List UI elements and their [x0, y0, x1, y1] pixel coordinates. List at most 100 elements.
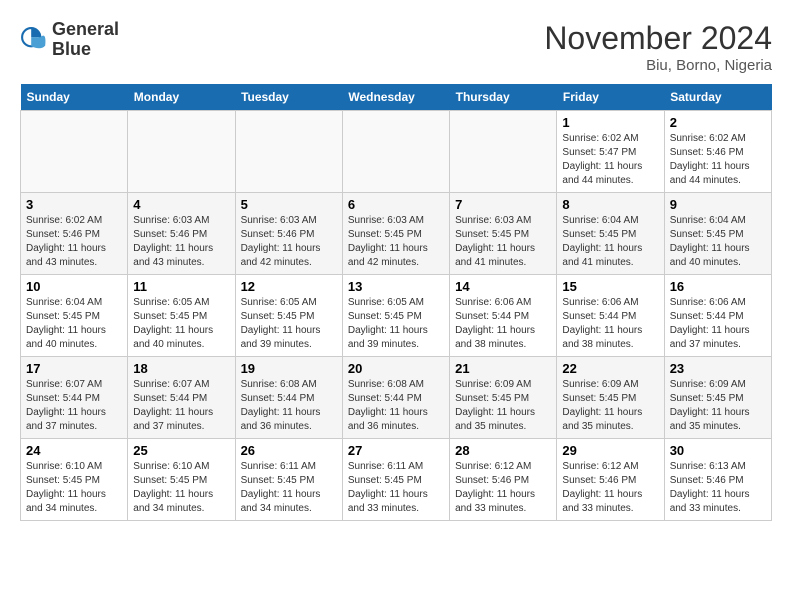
calendar-cell: 25Sunrise: 6:10 AM Sunset: 5:45 PM Dayli…: [128, 439, 235, 521]
day-info: Sunrise: 6:09 AM Sunset: 5:45 PM Dayligh…: [562, 378, 658, 434]
day-number: 25: [133, 443, 229, 458]
day-info: Sunrise: 6:10 AM Sunset: 5:45 PM Dayligh…: [26, 460, 122, 516]
day-info: Sunrise: 6:05 AM Sunset: 5:45 PM Dayligh…: [133, 296, 229, 352]
weekday-friday: Friday: [557, 84, 664, 111]
day-number: 29: [562, 443, 658, 458]
calendar-cell: [342, 111, 449, 193]
day-number: 1: [562, 115, 658, 130]
day-info: Sunrise: 6:09 AM Sunset: 5:45 PM Dayligh…: [455, 378, 551, 434]
calendar-cell: 21 Sunrise: 6:09 AM Sunset: 5:45 PM Dayli…: [450, 357, 557, 439]
calendar-cell: 8 Sunrise: 6:04 AM Sunset: 5:45 PM Daylig…: [557, 193, 664, 275]
calendar-cell: 23 Sunrise: 6:09 AM Sunset: 5:45 PM Dayli…: [664, 357, 771, 439]
day-number: 22: [562, 361, 658, 376]
calendar-cell: [21, 111, 128, 193]
day-number: 2: [670, 115, 766, 130]
calendar-week-1: 1 Sunrise: 6:02 AM Sunset: 5:47 PM Daylig…: [21, 111, 772, 193]
day-info: Sunrise: 6:07 AM Sunset: 5:44 PM Dayligh…: [133, 378, 229, 434]
day-number: 24: [26, 443, 122, 458]
calendar-cell: 9Sunrise: 6:04 AM Sunset: 5:45 PM Daylig…: [664, 193, 771, 275]
day-number: 16: [670, 279, 766, 294]
calendar-cell: [450, 111, 557, 193]
calendar-week-3: 10 Sunrise: 6:04 AM Sunset: 5:45 PM Dayli…: [21, 275, 772, 357]
day-number: 28: [455, 443, 551, 458]
weekday-sunday: Sunday: [21, 84, 128, 111]
day-info: Sunrise: 6:03 AM Sunset: 5:45 PM Dayligh…: [455, 214, 551, 270]
day-number: 6: [348, 197, 444, 212]
month-title: November 2024: [544, 20, 772, 57]
day-number: 14: [455, 279, 551, 294]
day-info: Sunrise: 6:03 AM Sunset: 5:46 PM Dayligh…: [133, 214, 229, 270]
day-info: Sunrise: 6:03 AM Sunset: 5:46 PM Dayligh…: [241, 214, 337, 270]
day-info: Sunrise: 6:02 AM Sunset: 5:47 PM Dayligh…: [562, 132, 658, 188]
logo-text: General Blue: [52, 20, 119, 60]
title-block: November 2024 Biu, Borno, Nigeria: [544, 20, 772, 74]
calendar-cell: 2Sunrise: 6:02 AM Sunset: 5:46 PM Daylig…: [664, 111, 771, 193]
calendar-cell: 30Sunrise: 6:13 AM Sunset: 5:46 PM Dayli…: [664, 439, 771, 521]
weekday-saturday: Saturday: [664, 84, 771, 111]
calendar-cell: 6Sunrise: 6:03 AM Sunset: 5:45 PM Daylig…: [342, 193, 449, 275]
day-number: 4: [133, 197, 229, 212]
calendar-week-4: 17 Sunrise: 6:07 AM Sunset: 5:44 PM Dayli…: [21, 357, 772, 439]
calendar-cell: 13 Sunrise: 6:05 AM Sunset: 5:45 PM Dayli…: [342, 275, 449, 357]
day-info: Sunrise: 6:04 AM Sunset: 5:45 PM Dayligh…: [26, 296, 122, 352]
calendar-cell: 10 Sunrise: 6:04 AM Sunset: 5:45 PM Dayli…: [21, 275, 128, 357]
day-info: Sunrise: 6:07 AM Sunset: 5:44 PM Dayligh…: [26, 378, 122, 434]
day-info: Sunrise: 6:09 AM Sunset: 5:45 PM Dayligh…: [670, 378, 766, 434]
day-number: 10: [26, 279, 122, 294]
calendar-cell: 24 Sunrise: 6:10 AM Sunset: 5:45 PM Dayli…: [21, 439, 128, 521]
calendar-cell: 4 Sunrise: 6:03 AM Sunset: 5:46 PM Daylig…: [128, 193, 235, 275]
day-number: 13: [348, 279, 444, 294]
calendar-cell: 27 Sunrise: 6:11 AM Sunset: 5:45 PM Dayli…: [342, 439, 449, 521]
calendar-cell: 20 Sunrise: 6:08 AM Sunset: 5:44 PM Dayli…: [342, 357, 449, 439]
weekday-tuesday: Tuesday: [235, 84, 342, 111]
day-info: Sunrise: 6:06 AM Sunset: 5:44 PM Dayligh…: [455, 296, 551, 352]
day-info: Sunrise: 6:05 AM Sunset: 5:45 PM Dayligh…: [241, 296, 337, 352]
calendar-cell: 11 Sunrise: 6:05 AM Sunset: 5:45 PM Dayli…: [128, 275, 235, 357]
calendar-cell: [235, 111, 342, 193]
logo: General Blue: [20, 20, 119, 60]
day-number: 11: [133, 279, 229, 294]
day-info: Sunrise: 6:05 AM Sunset: 5:45 PM Dayligh…: [348, 296, 444, 352]
day-number: 19: [241, 361, 337, 376]
day-number: 20: [348, 361, 444, 376]
calendar-cell: 19 Sunrise: 6:08 AM Sunset: 5:44 PM Dayli…: [235, 357, 342, 439]
calendar-cell: 29 Sunrise: 6:12 AM Sunset: 5:46 PM Dayli…: [557, 439, 664, 521]
day-info: Sunrise: 6:06 AM Sunset: 5:44 PM Dayligh…: [670, 296, 766, 352]
calendar-header: SundayMondayTuesdayWednesdayThursdayFrid…: [21, 84, 772, 111]
calendar-cell: 28 Sunrise: 6:12 AM Sunset: 5:46 PM Dayli…: [450, 439, 557, 521]
calendar-cell: 26Sunrise: 6:11 AM Sunset: 5:45 PM Dayli…: [235, 439, 342, 521]
day-number: 5: [241, 197, 337, 212]
day-info: Sunrise: 6:12 AM Sunset: 5:46 PM Dayligh…: [562, 460, 658, 516]
day-number: 9: [670, 197, 766, 212]
day-number: 8: [562, 197, 658, 212]
day-number: 23: [670, 361, 766, 376]
calendar-cell: 14 Sunrise: 6:06 AM Sunset: 5:44 PM Dayli…: [450, 275, 557, 357]
calendar-week-2: 3Sunrise: 6:02 AM Sunset: 5:46 PM Daylig…: [21, 193, 772, 275]
calendar-cell: 3Sunrise: 6:02 AM Sunset: 5:46 PM Daylig…: [21, 193, 128, 275]
calendar-week-5: 24 Sunrise: 6:10 AM Sunset: 5:45 PM Dayli…: [21, 439, 772, 521]
calendar-cell: 16 Sunrise: 6:06 AM Sunset: 5:44 PM Dayli…: [664, 275, 771, 357]
calendar-table: SundayMondayTuesdayWednesdayThursdayFrid…: [20, 84, 772, 521]
day-info: Sunrise: 6:08 AM Sunset: 5:44 PM Dayligh…: [241, 378, 337, 434]
day-info: Sunrise: 6:11 AM Sunset: 5:45 PM Dayligh…: [241, 460, 337, 516]
day-info: Sunrise: 6:11 AM Sunset: 5:45 PM Dayligh…: [348, 460, 444, 516]
calendar-cell: 5 Sunrise: 6:03 AM Sunset: 5:46 PM Daylig…: [235, 193, 342, 275]
day-info: Sunrise: 6:13 AM Sunset: 5:46 PM Dayligh…: [670, 460, 766, 516]
calendar-cell: 1 Sunrise: 6:02 AM Sunset: 5:47 PM Daylig…: [557, 111, 664, 193]
weekday-thursday: Thursday: [450, 84, 557, 111]
day-number: 3: [26, 197, 122, 212]
day-number: 7: [455, 197, 551, 212]
calendar-cell: 15Sunrise: 6:06 AM Sunset: 5:44 PM Dayli…: [557, 275, 664, 357]
day-info: Sunrise: 6:12 AM Sunset: 5:46 PM Dayligh…: [455, 460, 551, 516]
day-number: 12: [241, 279, 337, 294]
calendar-body: 1 Sunrise: 6:02 AM Sunset: 5:47 PM Daylig…: [21, 111, 772, 521]
page-header: General Blue November 2024 Biu, Borno, N…: [20, 20, 772, 74]
day-number: 27: [348, 443, 444, 458]
day-number: 17: [26, 361, 122, 376]
day-info: Sunrise: 6:04 AM Sunset: 5:45 PM Dayligh…: [562, 214, 658, 270]
logo-icon: [20, 26, 48, 54]
calendar-cell: 22 Sunrise: 6:09 AM Sunset: 5:45 PM Dayli…: [557, 357, 664, 439]
day-number: 21: [455, 361, 551, 376]
calendar-cell: 18Sunrise: 6:07 AM Sunset: 5:44 PM Dayli…: [128, 357, 235, 439]
day-info: Sunrise: 6:08 AM Sunset: 5:44 PM Dayligh…: [348, 378, 444, 434]
